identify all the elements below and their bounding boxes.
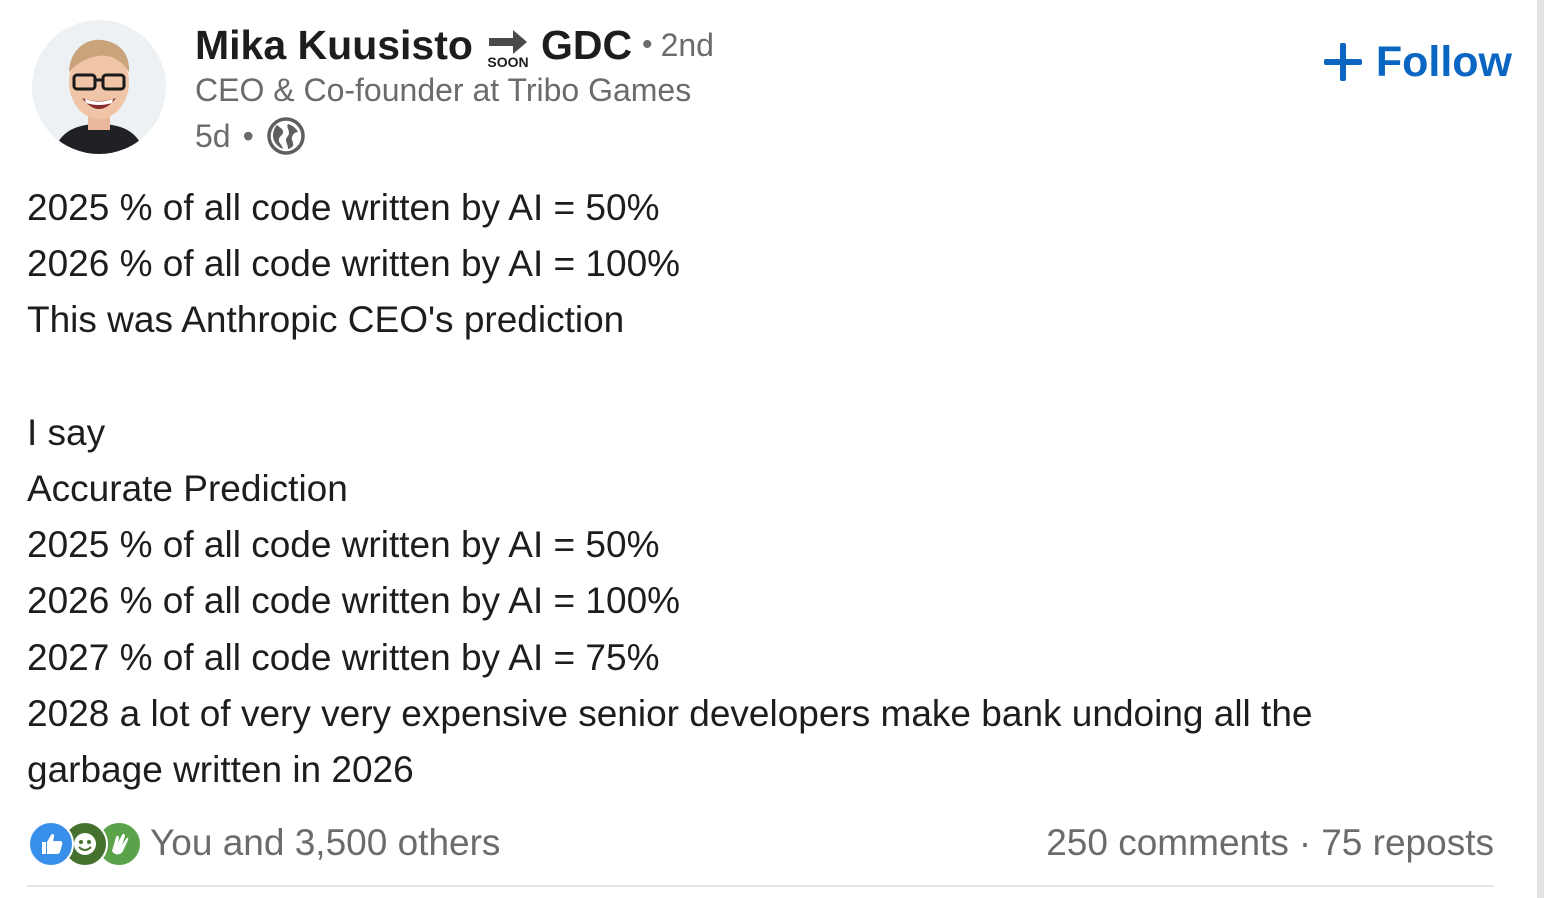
separator-dot: ·	[1298, 822, 1312, 863]
scrollbar-edge	[1537, 0, 1544, 898]
reposts-count-link[interactable]: 75 reposts	[1321, 822, 1494, 863]
follow-button[interactable]: Follow	[1323, 34, 1512, 90]
comments-count-link[interactable]: 250 comments	[1046, 822, 1289, 863]
separator-dot: •	[642, 28, 653, 61]
post-text-line: 2027 % of all code written by AI = 75%	[27, 636, 660, 678]
reaction-icons[interactable]	[28, 821, 142, 867]
post-text-line: 2025 % of all code written by AI = 50%	[27, 187, 660, 228]
avatar[interactable]	[32, 20, 166, 154]
separator-dot: •	[242, 117, 254, 154]
author-name[interactable]: Mika Kuusisto	[195, 22, 473, 69]
soon-badge-label: SOON	[487, 54, 528, 70]
plus-icon	[1323, 43, 1362, 81]
post-text-line: garbage written in 2026	[27, 748, 414, 790]
post-text-line: 2025 % of all code written by AI = 50%	[27, 524, 660, 566]
like-icon	[28, 821, 74, 867]
post-text-line: 2026 % of all code written by AI = 100%	[27, 243, 681, 285]
author-badge-suffix: GDC	[540, 21, 633, 68]
reactions-summary[interactable]: You and 3,500 others	[150, 815, 500, 871]
post-header: Mika Kuusisto SOON GDC • 2nd CEO & Co-fo…	[32, 20, 1512, 160]
divider	[27, 885, 1494, 887]
post-text-line: I say	[27, 411, 106, 453]
post-meta: 5d •	[195, 114, 306, 158]
follow-label: Follow	[1375, 37, 1512, 86]
author-line: Mika Kuusisto SOON GDC • 2nd	[195, 20, 714, 71]
social-counts-bar: You and 3,500 others 250 comments · 75 rep…	[28, 815, 1494, 871]
globe-icon	[266, 116, 306, 156]
post-text-line: This was Anthropic CEO's prediction	[27, 299, 625, 341]
post-text-line-blank	[27, 349, 1497, 405]
post-text-line: Accurate Prediction	[27, 467, 348, 509]
author-headline: CEO & Co-founder at Tribo Games	[195, 72, 692, 108]
post-age: 5d	[195, 117, 231, 154]
post-text-line: 2026 % of all code written by AI = 100%	[27, 580, 681, 622]
post-body: 2025 % of all code written by AI = 50% 2…	[27, 180, 1497, 798]
post-text-line: 2028 a lot of very very expensive senior…	[27, 692, 1313, 734]
soon-arrow-icon: SOON	[483, 24, 533, 70]
connection-degree: 2nd	[660, 26, 714, 63]
engagement-counts: 250 comments · 75 reposts	[1046, 815, 1494, 871]
